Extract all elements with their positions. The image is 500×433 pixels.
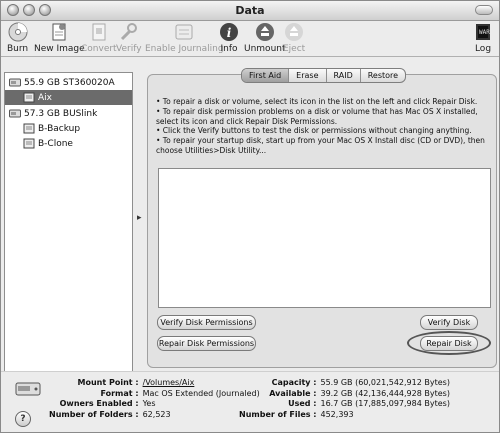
volume-icon bbox=[23, 123, 35, 134]
tab-first-aid[interactable]: First Aid bbox=[242, 69, 290, 82]
toolbar-toggle-button[interactable] bbox=[475, 5, 493, 15]
format-key: Format : bbox=[100, 388, 139, 398]
volume-info-left: Mount Point : /Volumes/Aix Format : Mac … bbox=[49, 378, 260, 420]
capacity-value: 55.9 GB (60,021,542,912 Bytes) bbox=[320, 378, 450, 387]
selected-volume-drive-icon bbox=[15, 382, 41, 396]
used-value: 16.7 GB (17,885,097,984 Bytes) bbox=[320, 399, 450, 408]
instruction-line: • Click the Verify buttons to test the d… bbox=[156, 126, 472, 136]
svg-text:i: i bbox=[227, 26, 232, 40]
convert-icon bbox=[92, 23, 106, 41]
hard-drive-icon bbox=[9, 109, 21, 118]
help-button[interactable]: ? bbox=[15, 411, 31, 427]
number-of-files-value: 452,393 bbox=[320, 409, 354, 419]
enable-journaling-label: Enable Journaling bbox=[145, 44, 224, 54]
splitter-handle-icon[interactable]: ▸ bbox=[137, 213, 142, 223]
available-value: 39.2 GB (42,136,444,928 Bytes) bbox=[320, 388, 450, 398]
eject-icon bbox=[285, 23, 304, 41]
repair-disk-permissions-button[interactable]: Repair Disk Permissions bbox=[157, 336, 256, 351]
toolbar: Burn New Image Convert Verify Enable Jou… bbox=[1, 21, 499, 55]
log-icon: WAR bbox=[476, 24, 490, 40]
volume-info-right: Capacity : 55.9 GB (60,021,542,912 Bytes… bbox=[239, 378, 450, 420]
log-label: Log bbox=[474, 44, 492, 54]
burn-button[interactable]: Burn bbox=[7, 22, 28, 54]
used-key: Used : bbox=[288, 399, 317, 408]
owners-enabled-key: Owners Enabled : bbox=[59, 399, 139, 408]
unmount-button[interactable]: Unmount bbox=[244, 22, 286, 54]
mount-point-key: Mount Point : bbox=[77, 378, 139, 387]
available-key: Available : bbox=[269, 388, 317, 398]
volume-item-label: Aix bbox=[38, 92, 52, 103]
instruction-line: • To repair your startup disk, start up … bbox=[156, 136, 485, 155]
new-image-label: New Image bbox=[34, 44, 85, 54]
volume-icon bbox=[23, 138, 35, 149]
journaling-icon bbox=[175, 24, 193, 40]
disk-item-buslink[interactable]: 57.3 GB BUSlink bbox=[5, 106, 136, 121]
hard-drive-icon bbox=[9, 78, 21, 87]
disk-item-label: 55.9 GB ST360020A bbox=[24, 77, 115, 88]
volume-item-b-clone[interactable]: B-Clone bbox=[5, 136, 132, 151]
disk-item-st360020a[interactable]: 55.9 GB ST360020A bbox=[5, 75, 136, 90]
verify-label: Verify bbox=[116, 44, 142, 54]
disk-list[interactable]: 55.9 GB ST360020A Aix 57.3 GB BUSlink B-… bbox=[4, 72, 133, 372]
info-button[interactable]: i Info bbox=[219, 22, 239, 54]
number-of-files-key: Number of Files : bbox=[239, 409, 317, 419]
svg-text:WAR: WAR bbox=[479, 29, 490, 36]
new-image-icon bbox=[52, 23, 66, 41]
verify-button[interactable]: Verify bbox=[116, 22, 142, 54]
first-aid-instructions: • To repair a disk or volume, select its… bbox=[156, 97, 486, 156]
convert-label: Convert bbox=[81, 44, 117, 54]
tab-raid[interactable]: RAID bbox=[327, 69, 361, 82]
info-label: Info bbox=[220, 44, 238, 54]
info-divider bbox=[1, 371, 499, 372]
verify-disk-permissions-button[interactable]: Verify Disk Permissions bbox=[157, 315, 256, 330]
volume-item-label: B-Backup bbox=[38, 123, 81, 134]
tab-restore[interactable]: Restore bbox=[361, 69, 405, 82]
repair-disk-highlight-circle bbox=[407, 331, 491, 355]
new-image-button[interactable]: New Image bbox=[34, 22, 85, 54]
enable-journaling-button[interactable]: Enable Journaling bbox=[145, 22, 224, 54]
capacity-key: Capacity : bbox=[271, 378, 317, 387]
volume-item-b-backup[interactable]: B-Backup bbox=[5, 121, 132, 136]
disk-item-label: 57.3 GB BUSlink bbox=[24, 108, 98, 119]
verify-icon bbox=[120, 23, 137, 41]
eject-button[interactable]: Eject bbox=[283, 22, 305, 54]
volume-icon bbox=[23, 92, 35, 103]
tab-erase[interactable]: Erase bbox=[289, 69, 327, 82]
burn-icon bbox=[8, 22, 28, 42]
convert-button[interactable]: Convert bbox=[81, 22, 117, 54]
instruction-line: • To repair a disk or volume, select its… bbox=[156, 97, 478, 106]
volume-item-label: B-Clone bbox=[38, 138, 73, 149]
burn-label: Burn bbox=[7, 44, 29, 54]
disk-utility-window: Data Burn New Image Convert Verify Enabl… bbox=[0, 0, 500, 433]
eject-label: Eject bbox=[283, 44, 306, 54]
toolbar-divider bbox=[1, 56, 499, 57]
log-button[interactable]: WAR Log bbox=[473, 22, 493, 54]
verify-disk-button[interactable]: Verify Disk bbox=[420, 315, 478, 330]
info-icon: i bbox=[220, 23, 238, 41]
unmount-label: Unmount bbox=[244, 44, 286, 54]
instruction-line: • To repair disk permission problems on … bbox=[156, 106, 478, 126]
number-of-folders-key: Number of Folders : bbox=[49, 409, 139, 419]
tab-bar: First Aid Erase RAID Restore bbox=[241, 68, 407, 83]
volume-item-aix[interactable]: Aix bbox=[5, 90, 132, 105]
title-bar: Data bbox=[1, 1, 499, 21]
unmount-icon bbox=[255, 23, 274, 41]
first-aid-log-area[interactable] bbox=[158, 168, 491, 308]
window-title: Data bbox=[235, 4, 265, 17]
